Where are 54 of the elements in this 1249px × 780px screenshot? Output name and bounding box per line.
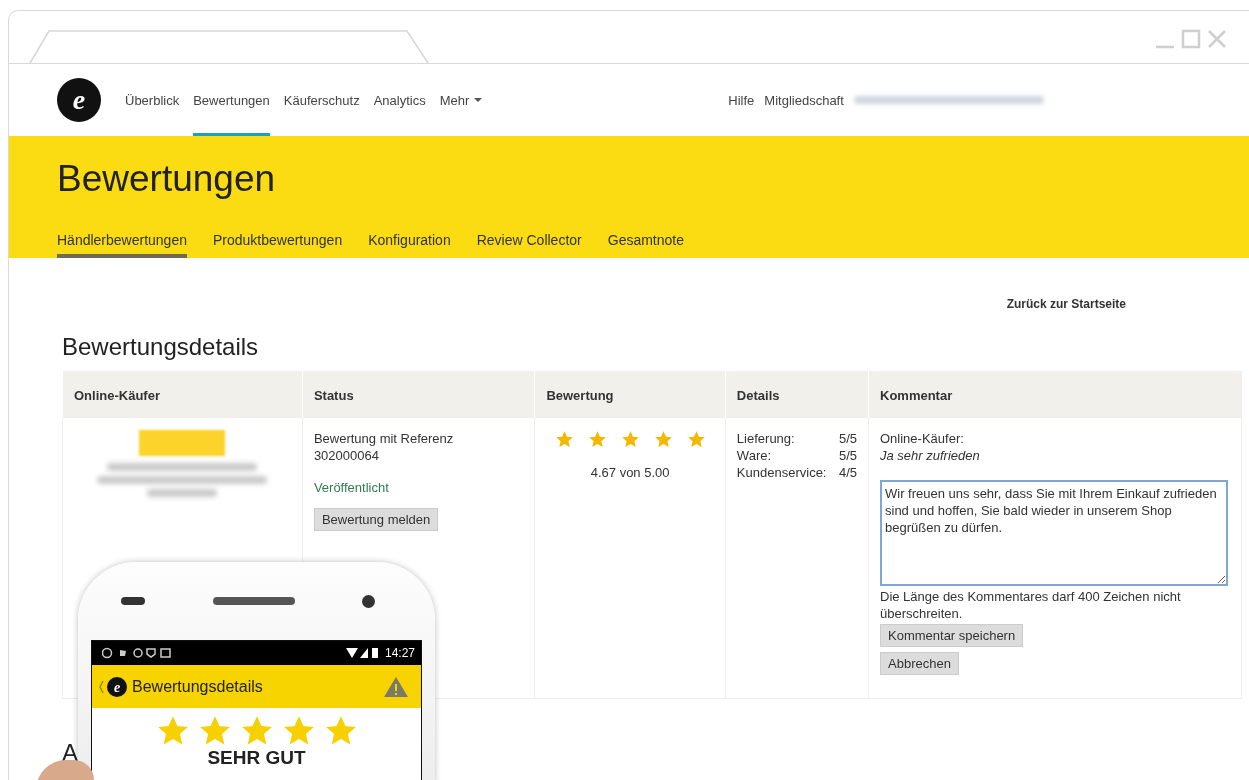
detail-label: Ware: [736,447,773,464]
sub-tab[interactable]: Gesamtnote [607,232,684,258]
column-header: Status [302,371,535,418]
sub-tab[interactable]: Produktbewertungen [213,232,343,258]
speaker-icon [121,597,145,605]
notification-icons-drawing [102,647,172,659]
reply-field[interactable]: Wir freuen uns sehr, dass Sie mit Ihrem Einkauf zufrieden sind und hoffen, Sie bald wieder in unserem Shop begrüßen zu dürfen. [880,480,1228,586]
nav-link[interactable]: Hilfe [728,64,755,136]
detail-value: 5/5 [838,430,857,447]
close-icon[interactable] [1207,29,1227,49]
back-link[interactable]: Zurück zur Startseite [1006,297,1126,311]
score-text: 4.67 von 5.00 [589,464,671,481]
logo-icon: e [57,78,101,122]
warning-icon [383,675,409,698]
status-label: Veröffentlicht [313,479,390,496]
star-icon [620,430,640,449]
detail-label: Kundenservice: [736,464,827,481]
comment-button[interactable]: Kommentar speichern [880,624,1024,647]
sub-tab[interactable]: Händlerbewertungen [57,232,187,258]
detail-value: 5/5 [838,447,857,464]
section-title: A [62,739,78,767]
column-header: Kommentar [868,371,1242,418]
comment-button[interactable]: Abbrechen [880,652,959,675]
status-text: Bewertung mit Referenz 302000064 [313,430,455,464]
section-title: Bewertungsdetails [62,333,260,361]
signal-battery-icons-drawing [345,647,380,659]
detail-label: Lieferung: [736,430,796,447]
length-hint: Die Länge des Kommentares darf 400 Zeichen nicht überschreiten. [880,588,1182,622]
nav-link[interactable]: Käuferschutz [283,64,360,136]
blurred-text [147,489,218,497]
report-button[interactable]: Bewertung melden [313,508,439,531]
star-icon [554,430,574,449]
column-header: Online-Käufer [62,371,303,418]
verdict-text: SEHR GUT [206,748,307,768]
sub-tab[interactable]: Review Collector [476,232,582,258]
sub-tab[interactable]: Konfiguration [368,232,451,258]
camera-icon [362,594,375,608]
blurred-account-menu[interactable] [853,96,1044,104]
star-icon [686,430,706,449]
nav-link[interactable]: Überblick [125,64,180,136]
nav-link[interactable]: Analytics [373,64,426,136]
column-header: Bewertung [534,371,726,418]
app-title: Bewertungsdetails [132,677,264,696]
star-icon [653,430,673,449]
nav-link[interactable]: Mehr [439,64,483,136]
detail-value: 4/5 [838,464,857,481]
comment-text: Ja sehr zufrieden [880,447,981,464]
page-title: Bewertungen [57,158,277,200]
nav-link[interactable]: Mitgliedschaft [764,64,844,136]
maximize-icon[interactable] [1181,29,1201,49]
comment-author: Online-Käufer: [880,430,965,447]
star-icon [587,430,607,449]
column-header: Details [725,371,869,418]
status-time: 14:27 [384,646,415,660]
